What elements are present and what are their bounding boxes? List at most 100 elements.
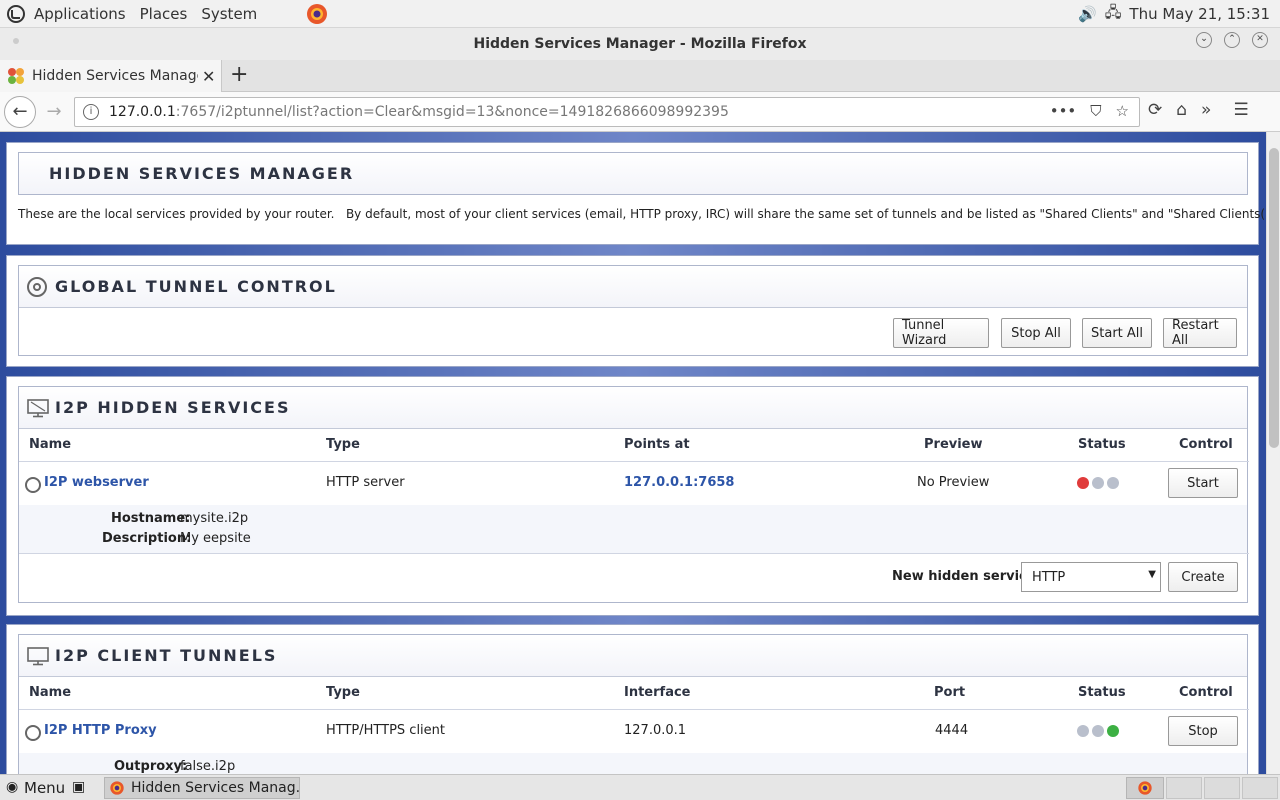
workspace-4[interactable] — [1242, 777, 1278, 799]
page-description: These are the local services provided by… — [18, 207, 1266, 221]
i2p-favicon-icon — [8, 68, 24, 84]
monitor-icon — [27, 646, 49, 665]
firefox-icon — [110, 781, 124, 795]
divider — [19, 461, 1249, 462]
hidden-services-box: I2P HIDDEN SERVICES Name Type Points at … — [18, 386, 1249, 603]
service-points-at-link[interactable]: 127.0.0.1:7658 — [624, 475, 734, 490]
status-dot — [1107, 477, 1119, 489]
client-type: HTTP/HTTPS client — [326, 723, 446, 738]
url-bar[interactable]: i 127.0.0.1:7657/i2ptunnel/list?action=C… — [74, 97, 1140, 127]
tab-hidden-services[interactable]: Hidden Services Manage ✕ — [0, 60, 222, 92]
tunnel-wizard-button[interactable]: Tunnel Wizard — [893, 318, 989, 348]
status-dot — [1092, 725, 1104, 737]
start-all-button[interactable]: Start All — [1082, 318, 1152, 348]
network-icon[interactable]: 🖧 — [1105, 2, 1122, 27]
gear-icon[interactable] — [25, 725, 41, 741]
taskbar-menu[interactable]: Menu — [24, 779, 65, 797]
page-content: HIDDEN SERVICES MANAGER These are the lo… — [0, 132, 1266, 774]
new-service-label: New hidden service: — [892, 569, 1041, 584]
minimize-button[interactable]: ⌄ — [1196, 32, 1212, 48]
firefox-icon[interactable] — [305, 2, 329, 26]
global-control-box: GLOBAL TUNNEL CONTROL Tunnel Wizard Stop… — [18, 265, 1248, 356]
forward-button[interactable]: → — [40, 98, 68, 126]
hostname-value: mysite.i2p — [180, 511, 249, 526]
menu-places[interactable]: Places — [140, 5, 188, 23]
show-desktop-icon[interactable]: ▣ — [72, 779, 85, 795]
maximize-button[interactable]: ⌃ — [1224, 32, 1240, 48]
outproxy-label: Outproxy: — [114, 759, 188, 774]
global-control-panel: GLOBAL TUNNEL CONTROL Tunnel Wizard Stop… — [6, 255, 1259, 367]
workspace-2[interactable] — [1166, 777, 1202, 799]
back-button[interactable]: ← — [4, 96, 36, 128]
page-title: HIDDEN SERVICES MANAGER — [49, 164, 355, 183]
col-type: Type — [326, 685, 360, 700]
gear-icon[interactable] — [25, 477, 41, 493]
restart-all-button[interactable]: Restart All — [1163, 318, 1237, 348]
description-value: My eepsite — [180, 531, 251, 546]
workspace-1[interactable] — [1126, 777, 1164, 799]
info-icon[interactable]: i — [83, 104, 99, 120]
window-titlebar: Hidden Services Manager - Mozilla Firefo… — [0, 28, 1280, 60]
overflow-icon[interactable]: » — [1201, 100, 1211, 120]
new-tab-button[interactable]: + — [230, 62, 248, 87]
hostname-label: Hostname: — [111, 511, 191, 526]
col-interface: Interface — [624, 685, 691, 700]
menu-applications[interactable]: Applications — [34, 5, 126, 23]
col-name: Name — [29, 685, 72, 700]
client-details: Outproxy: false.i2p — [19, 753, 1247, 774]
home-icon[interactable]: ⌂ — [1176, 100, 1187, 120]
window-menu-dot[interactable] — [13, 38, 19, 44]
header-panel: HIDDEN SERVICES MANAGER These are the lo… — [6, 142, 1266, 245]
url-path: :7657/i2ptunnel/list?action=Clear&msgid=… — [175, 104, 729, 120]
service-name-link[interactable]: I2P webserver — [44, 475, 149, 490]
hidden-services-panel: I2P HIDDEN SERVICES Name Type Points at … — [6, 376, 1259, 616]
col-port: Port — [934, 685, 966, 700]
client-interface: 127.0.0.1 — [624, 723, 687, 738]
hamburger-menu-icon[interactable]: ☰ — [1233, 100, 1248, 120]
new-service-select[interactable]: HTTP ▼ — [1021, 562, 1161, 592]
clock[interactable]: Thu May 21, 15:31 — [1129, 5, 1270, 23]
close-tab-icon[interactable]: ✕ — [202, 67, 215, 86]
status-indicator — [1077, 477, 1119, 489]
status-dot-red — [1077, 477, 1089, 489]
client-tunnels-panel: I2P CLIENT TUNNELS Name Type Interface P… — [6, 624, 1259, 774]
window-title: Hidden Services Manager - Mozilla Firefo… — [473, 36, 807, 52]
close-window-button[interactable]: ✕ — [1252, 32, 1268, 48]
client-tunnels-box: I2P CLIENT TUNNELS Name Type Interface P… — [18, 634, 1249, 774]
service-details: Hostname: mysite.i2p Description: My eep… — [19, 505, 1247, 553]
col-control: Control — [1179, 437, 1233, 452]
scrollbar-thumb[interactable] — [1269, 148, 1279, 448]
menu-logo-icon[interactable]: ◉ — [6, 779, 18, 795]
col-type: Type — [326, 437, 360, 452]
create-button[interactable]: Create — [1168, 562, 1238, 592]
header-title-box: HIDDEN SERVICES MANAGER — [18, 152, 1248, 195]
menu-system[interactable]: System — [201, 5, 257, 23]
page-scrollbar[interactable] — [1266, 132, 1280, 774]
client-port: 4444 — [935, 723, 969, 738]
client-name-link[interactable]: I2P HTTP Proxy — [44, 723, 157, 738]
mint-logo-icon[interactable] — [6, 4, 26, 24]
page-actions-icon[interactable]: ••• — [1050, 102, 1077, 120]
workspace-3[interactable] — [1204, 777, 1240, 799]
reload-icon[interactable]: ⟳ — [1148, 100, 1162, 120]
taskbar-window-item[interactable]: Hidden Services Manag... — [104, 777, 300, 799]
client-tunnels-title: I2P CLIENT TUNNELS — [55, 646, 278, 665]
start-service-button[interactable]: Start — [1168, 468, 1238, 498]
global-control-title: GLOBAL TUNNEL CONTROL — [55, 277, 337, 296]
volume-icon[interactable]: 🔊 — [1078, 5, 1097, 23]
pocket-icon[interactable]: ⛉ — [1090, 102, 1101, 120]
stop-all-button[interactable]: Stop All — [1001, 318, 1071, 348]
system-panel: Applications Places System 🔊 🖧 Thu May 2… — [0, 0, 1280, 28]
col-status: Status — [1078, 437, 1126, 452]
outproxy-value: false.i2p — [180, 759, 236, 774]
divider — [19, 553, 1249, 554]
tab-title: Hidden Services Manage — [32, 68, 198, 84]
stop-client-button[interactable]: Stop — [1168, 716, 1238, 746]
hidden-services-title: I2P HIDDEN SERVICES — [55, 398, 291, 417]
chevron-down-icon: ▼ — [1148, 569, 1156, 580]
col-name: Name — [29, 437, 72, 452]
bookmark-star-icon[interactable]: ☆ — [1116, 102, 1129, 120]
description-label: Description: — [102, 531, 192, 546]
status-indicator — [1077, 725, 1119, 737]
service-type: HTTP server — [326, 475, 405, 490]
